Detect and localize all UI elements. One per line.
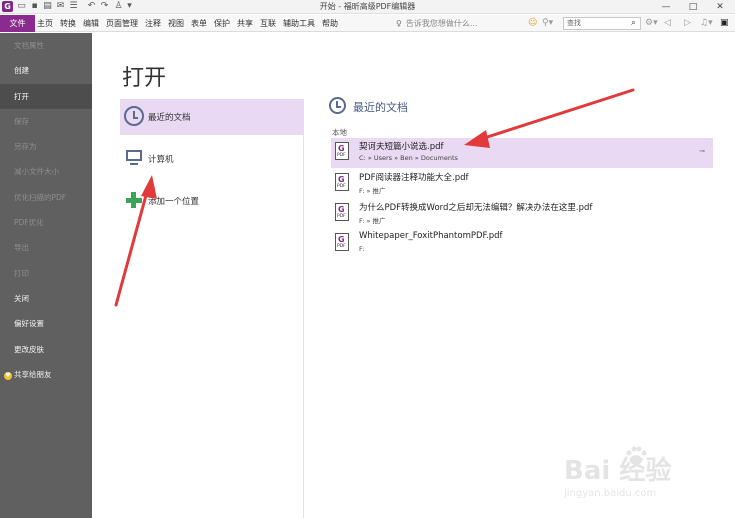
watermark-logo-text: Bai 经验	[564, 456, 672, 486]
arrow-to-computer	[114, 175, 157, 307]
watermark-url: jingyan.baidu.com	[564, 488, 657, 499]
paw-icon	[626, 446, 647, 465]
baidu-watermark: Bai 经验 jingyan.baidu.com	[560, 440, 730, 512]
arrow-to-recent-file	[464, 88, 635, 148]
